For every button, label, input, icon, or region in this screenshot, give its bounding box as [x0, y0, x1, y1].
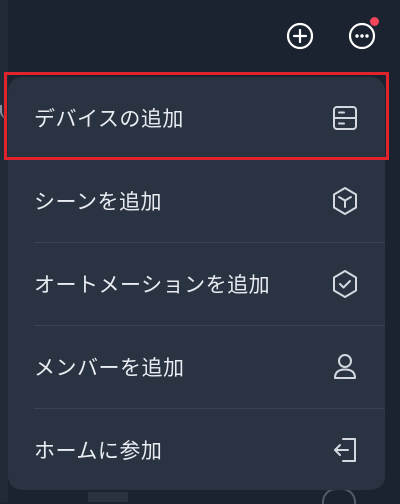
person-icon	[329, 351, 361, 383]
menu-item-add-device[interactable]: デバイスの追加	[8, 77, 385, 159]
background-element	[88, 492, 128, 502]
enter-icon	[329, 434, 361, 466]
menu-item-add-member[interactable]: メンバーを追加	[8, 326, 385, 408]
menu-item-label: メンバーを追加	[34, 356, 185, 380]
add-menu: デバイスの追加 シーンを追加 オートメーションを追加 メンバーを追加 ホームに参…	[8, 77, 385, 490]
plus-circle-icon	[286, 22, 314, 50]
menu-item-label: オートメーションを追加	[34, 273, 271, 297]
menu-item-add-scene[interactable]: シーンを追加	[8, 160, 385, 242]
notification-dot	[370, 17, 379, 26]
background-panel	[0, 0, 8, 502]
more-button[interactable]	[347, 17, 379, 51]
menu-item-label: シーンを追加	[34, 190, 162, 214]
shield-check-icon	[329, 268, 361, 300]
menu-item-add-automation[interactable]: オートメーションを追加	[8, 243, 385, 325]
menu-item-label: ホームに参加	[34, 439, 163, 463]
add-button[interactable]	[285, 21, 315, 51]
device-icon	[329, 102, 361, 134]
menu-item-join-home[interactable]: ホームに参加	[8, 409, 385, 490]
menu-item-label: デバイスの追加	[34, 107, 184, 131]
cube-icon	[329, 185, 361, 217]
